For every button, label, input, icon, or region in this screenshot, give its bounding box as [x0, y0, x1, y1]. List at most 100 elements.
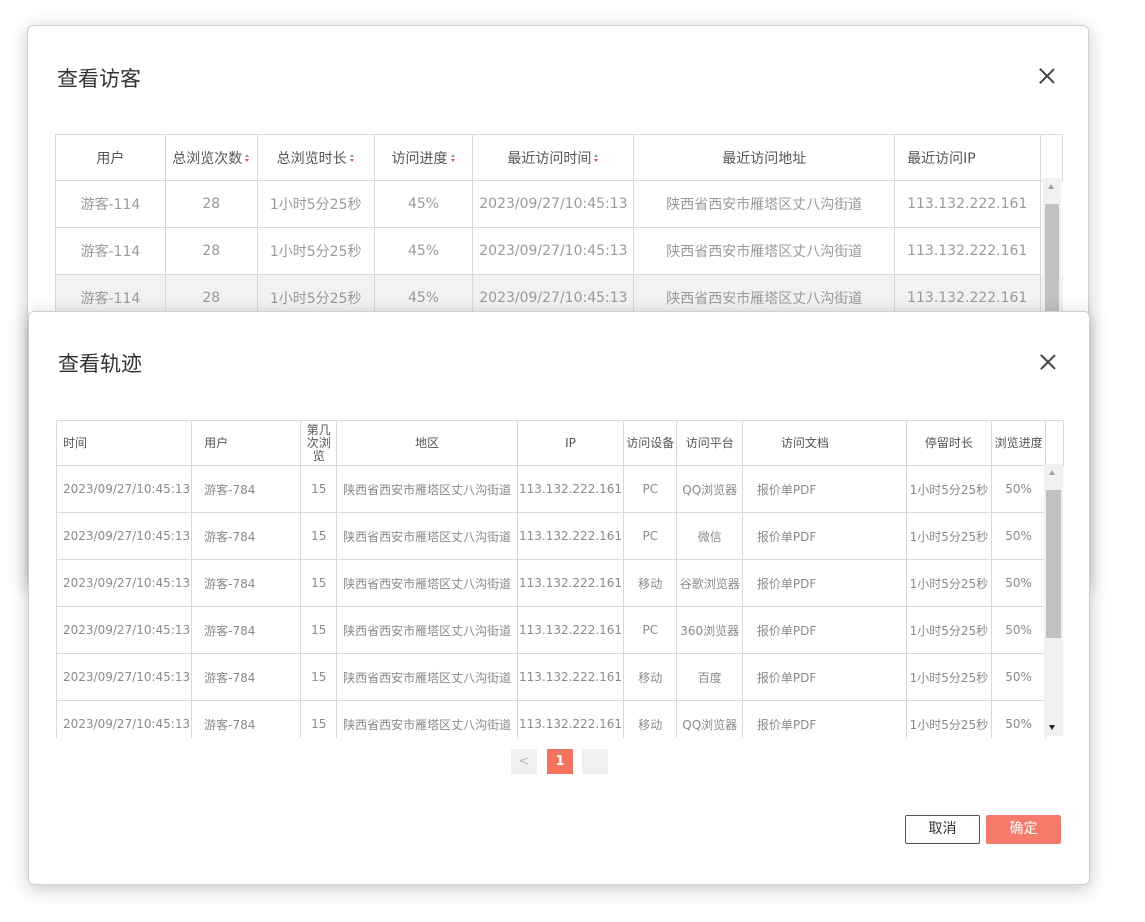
scroll-up-icon[interactable]: [1048, 184, 1054, 189]
cell-visit-count: 15: [300, 606, 338, 654]
visitor-table-header: 用户 总浏览次数 总浏览时长 访问进度 最近访问时间 最近访问地址 最近访问IP: [55, 134, 1063, 181]
page-1-button[interactable]: 1: [547, 749, 573, 774]
col-last-visit-time-label: 最近访问时间: [507, 150, 592, 167]
cell-region: 陕西省西安市雁塔区丈八沟街道: [336, 700, 518, 738]
col-last-visit-time[interactable]: 最近访问时间: [472, 134, 635, 181]
cell-browse-progress: 50%: [990, 653, 1047, 701]
cell-last-address: 陕西省西安市雁塔区丈八沟街道: [633, 227, 896, 275]
cell-platform: 谷歌浏览器: [676, 559, 743, 607]
cancel-button[interactable]: 取消: [905, 815, 980, 844]
cell-last-visit-time: 2023/09/27/10:45:13: [472, 227, 635, 275]
track-table: 时间 用户 第几次浏览 地区 IP 访问设备 访问平台 访问文档 停留时长 浏览…: [56, 420, 1064, 738]
cell-ip: 113.132.222.161: [516, 512, 625, 560]
col-region: 地区: [336, 420, 518, 466]
col-total-duration-label: 总浏览时长: [276, 150, 347, 167]
col-visit-count: 第几次浏览: [300, 420, 338, 466]
col-user[interactable]: 用户: [55, 134, 166, 181]
table-row[interactable]: 2023/09/27/10:45:13 游客-784 15 陕西省西安市雁塔区丈…: [56, 465, 1064, 513]
cell-user: 游客-114: [55, 227, 166, 275]
cell-document[interactable]: 报价单PDF: [741, 559, 907, 607]
confirm-button[interactable]: 确定: [986, 815, 1061, 844]
sort-icon[interactable]: [349, 154, 355, 163]
visitor-dialog-title: 查看访客: [57, 67, 141, 91]
col-last-ip-label: 最近访问IP: [907, 150, 976, 167]
cell-user: 游客-784: [191, 700, 302, 738]
cell-device: PC: [623, 465, 678, 513]
col-browse-progress: 浏览进度: [990, 420, 1047, 466]
track-table-container: 时间 用户 第几次浏览 地区 IP 访问设备 访问平台 访问文档 停留时长 浏览…: [56, 420, 1064, 738]
cell-total-views: 28: [164, 227, 258, 275]
next-page-button[interactable]: [582, 749, 608, 774]
cell-device: PC: [623, 606, 678, 654]
prev-page-button[interactable]: <: [511, 749, 537, 774]
cell-platform: 微信: [676, 512, 743, 560]
scrollbar-thumb[interactable]: [1046, 490, 1061, 638]
cell-document[interactable]: 报价单PDF: [741, 606, 907, 654]
cell-browse-progress: 50%: [990, 465, 1047, 513]
col-time: 时间: [56, 420, 193, 466]
col-device: 访问设备: [623, 420, 678, 466]
col-progress-label: 访问进度: [391, 150, 448, 167]
cell-document[interactable]: 报价单PDF: [741, 653, 907, 701]
table-row[interactable]: 2023/09/27/10:45:13 游客-784 15 陕西省西安市雁塔区丈…: [56, 700, 1064, 738]
col-total-duration[interactable]: 总浏览时长: [256, 134, 375, 181]
cell-region: 陕西省西安市雁塔区丈八沟街道: [336, 559, 518, 607]
col-total-views[interactable]: 总浏览次数: [164, 134, 258, 181]
cell-last-address: 陕西省西安市雁塔区丈八沟街道: [633, 180, 896, 228]
cell-document[interactable]: 报价单PDF: [741, 512, 907, 560]
cell-user: 游客-784: [191, 512, 302, 560]
sort-icon[interactable]: [245, 154, 250, 163]
scroll-header-cell: [1040, 134, 1063, 181]
cell-document[interactable]: 报价单PDF: [741, 700, 907, 738]
cell-device: 移动: [623, 559, 678, 607]
sort-icon[interactable]: [450, 154, 456, 163]
table-row[interactable]: 游客-114 28 1小时5分25秒 45% 2023/09/27/10:45:…: [55, 180, 1063, 228]
cell-platform: QQ浏览器: [676, 465, 743, 513]
table-row[interactable]: 2023/09/27/10:45:13 游客-784 15 陕西省西安市雁塔区丈…: [56, 606, 1064, 654]
col-progress[interactable]: 访问进度: [373, 134, 474, 181]
scroll-header-cell: [1045, 420, 1064, 466]
table-row[interactable]: 2023/09/27/10:45:13 游客-784 15 陕西省西安市雁塔区丈…: [56, 559, 1064, 607]
cell-platform: 360浏览器: [676, 606, 743, 654]
table-row[interactable]: 游客-114 28 1小时5分25秒 45% 2023/09/27/10:45:…: [55, 227, 1063, 275]
visitor-table: 用户 总浏览次数 总浏览时长 访问进度 最近访问时间 最近访问地址 最近访问IP…: [55, 134, 1063, 322]
table-row[interactable]: 2023/09/27/10:45:13 游客-784 15 陕西省西安市雁塔区丈…: [56, 512, 1064, 560]
cell-time: 2023/09/27/10:45:13: [56, 653, 193, 701]
close-icon[interactable]: [1038, 67, 1056, 85]
cell-region: 陕西省西安市雁塔区丈八沟街道: [336, 465, 518, 513]
cell-visit-count: 15: [300, 559, 338, 607]
track-dialog: 查看轨迹 时间 用户 第几次浏览 地区 IP 访问设备 访问平台 访问文档 停留…: [28, 311, 1090, 885]
cell-progress: 45%: [373, 180, 474, 228]
col-stay-duration: 停留时长: [905, 420, 992, 466]
cell-user: 游客-784: [191, 465, 302, 513]
cell-total-views: 28: [164, 180, 258, 228]
cell-time: 2023/09/27/10:45:13: [56, 512, 193, 560]
col-last-address-label: 最近访问地址: [722, 150, 807, 167]
cell-device: PC: [623, 512, 678, 560]
col-platform: 访问平台: [676, 420, 743, 466]
cell-stay-duration: 1小时5分25秒: [905, 559, 992, 607]
cell-ip: 113.132.222.161: [516, 653, 625, 701]
cell-platform: 百度: [676, 653, 743, 701]
track-scrollbar[interactable]: [1044, 464, 1063, 736]
close-icon[interactable]: [1039, 353, 1057, 371]
sort-icon[interactable]: [594, 154, 599, 163]
cell-document[interactable]: 报价单PDF: [741, 465, 907, 513]
cell-user: 游客-784: [191, 606, 302, 654]
cell-ip: 113.132.222.161: [516, 606, 625, 654]
cell-visit-count: 15: [300, 465, 338, 513]
table-row[interactable]: 2023/09/27/10:45:13 游客-784 15 陕西省西安市雁塔区丈…: [56, 653, 1064, 701]
pagination: < 1: [511, 749, 611, 774]
cell-time: 2023/09/27/10:45:13: [56, 559, 193, 607]
scroll-up-icon[interactable]: [1049, 470, 1055, 475]
col-last-ip: 最近访问IP: [894, 134, 1042, 181]
cell-ip: 113.132.222.161: [516, 700, 625, 738]
cell-visit-count: 15: [300, 700, 338, 738]
cell-stay-duration: 1小时5分25秒: [905, 606, 992, 654]
scroll-down-icon[interactable]: [1049, 725, 1055, 730]
col-user-label: 用户: [96, 150, 125, 167]
cell-user: 游客-784: [191, 653, 302, 701]
cell-device: 移动: [623, 653, 678, 701]
cell-region: 陕西省西安市雁塔区丈八沟街道: [336, 512, 518, 560]
cell-last-ip: 113.132.222.161: [894, 180, 1042, 228]
